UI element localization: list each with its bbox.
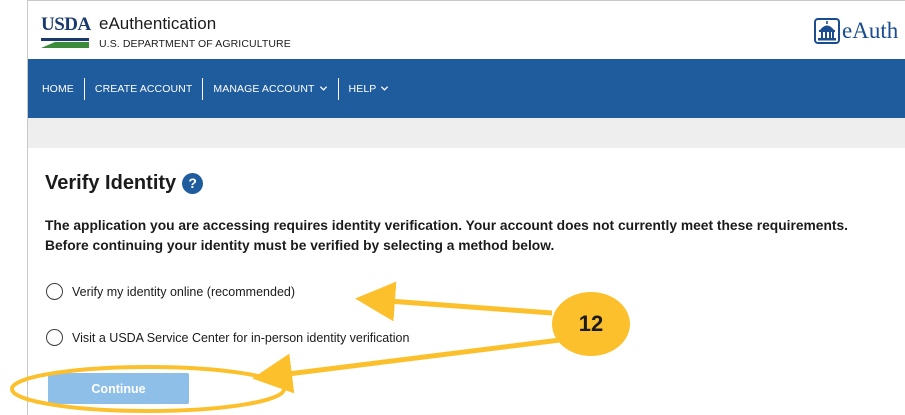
site-header: USDA eAuthentication U.S. DEPARTMENT OF … [28, 1, 905, 59]
chevron-down-icon [381, 86, 389, 91]
nav-help-label: HELP [348, 82, 377, 95]
help-icon[interactable]: ? [182, 173, 204, 194]
page-title: Verify Identity ? [45, 172, 204, 195]
nav-help[interactable]: HELP [339, 78, 400, 100]
radio-button[interactable] [46, 329, 63, 346]
nav-manage-account[interactable]: MANAGE ACCOUNT [203, 77, 339, 100]
usda-logo[interactable]: USDA [41, 14, 91, 50]
nav-home[interactable]: HOME [28, 77, 85, 100]
chevron-down-icon [319, 86, 327, 91]
browser-frame: USDA eAuthentication U.S. DEPARTMENT OF … [27, 0, 905, 415]
usda-logo-text: USDA [41, 14, 91, 35]
option-service-center[interactable]: Visit a USDA Service Center for in-perso… [46, 329, 409, 346]
continue-button[interactable]: Continue [48, 373, 189, 404]
step-number: 12 [578, 311, 604, 336]
eauth-brand[interactable]: eAuth [814, 16, 898, 46]
page-title-text: Verify Identity [45, 172, 177, 194]
step-number-badge: 12 [552, 292, 630, 356]
nav-home-label: HOME [42, 82, 74, 95]
brand-text: eAuth [842, 18, 899, 43]
app-title: eAuthentication [99, 14, 217, 33]
department-name: U.S. DEPARTMENT OF AGRICULTURE [99, 38, 291, 50]
option-verify-online[interactable]: Verify my identity online (recommended) [46, 283, 295, 300]
breadcrumb-band [28, 118, 905, 148]
option-service-center-label: Visit a USDA Service Center for in-perso… [72, 330, 410, 345]
nav-create-account[interactable]: CREATE ACCOUNT [85, 77, 204, 100]
main-nav: HOME CREATE ACCOUNT MANAGE ACCOUNT HELP [28, 59, 905, 118]
usda-logo-stripe-icon [41, 38, 89, 48]
nav-manage-account-label: MANAGE ACCOUNT [213, 82, 315, 95]
radio-button[interactable] [46, 283, 63, 300]
intro-text: The application you are accessing requir… [45, 218, 849, 253]
option-verify-online-label: Verify my identity online (recommended) [72, 284, 296, 299]
nav-create-account-label: CREATE ACCOUNT [94, 82, 193, 95]
capitol-dome-icon [814, 18, 840, 44]
